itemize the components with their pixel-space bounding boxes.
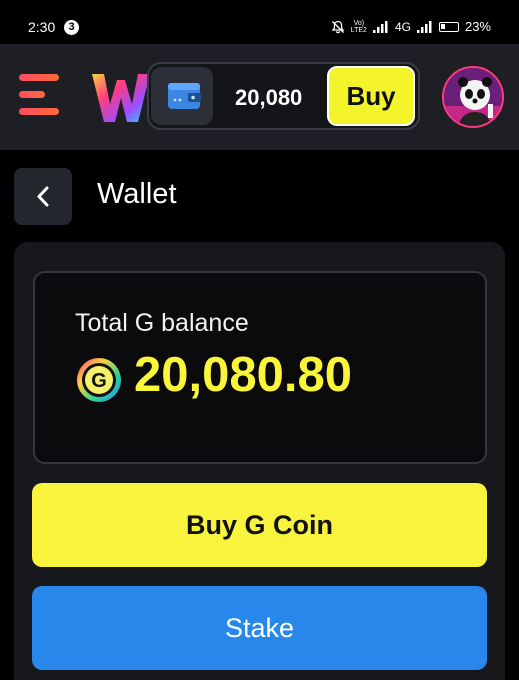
header-buy-button[interactable]: Buy — [327, 66, 415, 126]
mute-bell-icon — [331, 20, 345, 33]
notification-count-badge: 3 — [64, 20, 79, 35]
balance-card: Total G balance G 20,080.80 — [33, 271, 487, 464]
app-header: 20,080 Buy — [0, 44, 519, 150]
battery-icon — [438, 21, 459, 32]
signal-icon — [372, 20, 388, 33]
chevron-left-icon — [37, 186, 49, 207]
header-wallet-amount: 20,080 — [235, 85, 303, 110]
status-bar: 2:30 3 Vo) LTE2 4G 23% — [0, 0, 519, 44]
back-button[interactable] — [14, 168, 72, 225]
status-icons: Vo) LTE2 4G 23% — [331, 19, 491, 34]
wallet-card: Total G balance G 20,080.80 Buy G Coin S… — [14, 242, 505, 680]
hamburger-menu-icon[interactable] — [19, 74, 61, 120]
wallet-icon-box — [151, 67, 213, 125]
user-avatar[interactable] — [442, 66, 504, 128]
network-type: 4G — [394, 19, 411, 34]
g-coin-icon: G — [77, 358, 121, 402]
wallet-icon — [168, 83, 201, 109]
panda-avatar-image — [444, 68, 502, 126]
balance-label: Total G balance — [75, 309, 249, 337]
buy-g-coin-button[interactable]: Buy G Coin — [32, 483, 487, 567]
signal-icon-2 — [416, 20, 432, 33]
stake-button[interactable]: Stake — [32, 586, 487, 670]
volte-indicator: Vo) LTE2 — [350, 19, 367, 34]
wallet-balance-pill[interactable]: 20,080 Buy — [147, 62, 420, 130]
svg-text:G: G — [91, 370, 107, 392]
total-balance-value: 20,080.80 — [134, 348, 352, 402]
status-time: 2:30 — [28, 19, 56, 35]
page-title: Wallet — [97, 178, 177, 210]
battery-percent: 23% — [464, 19, 491, 34]
